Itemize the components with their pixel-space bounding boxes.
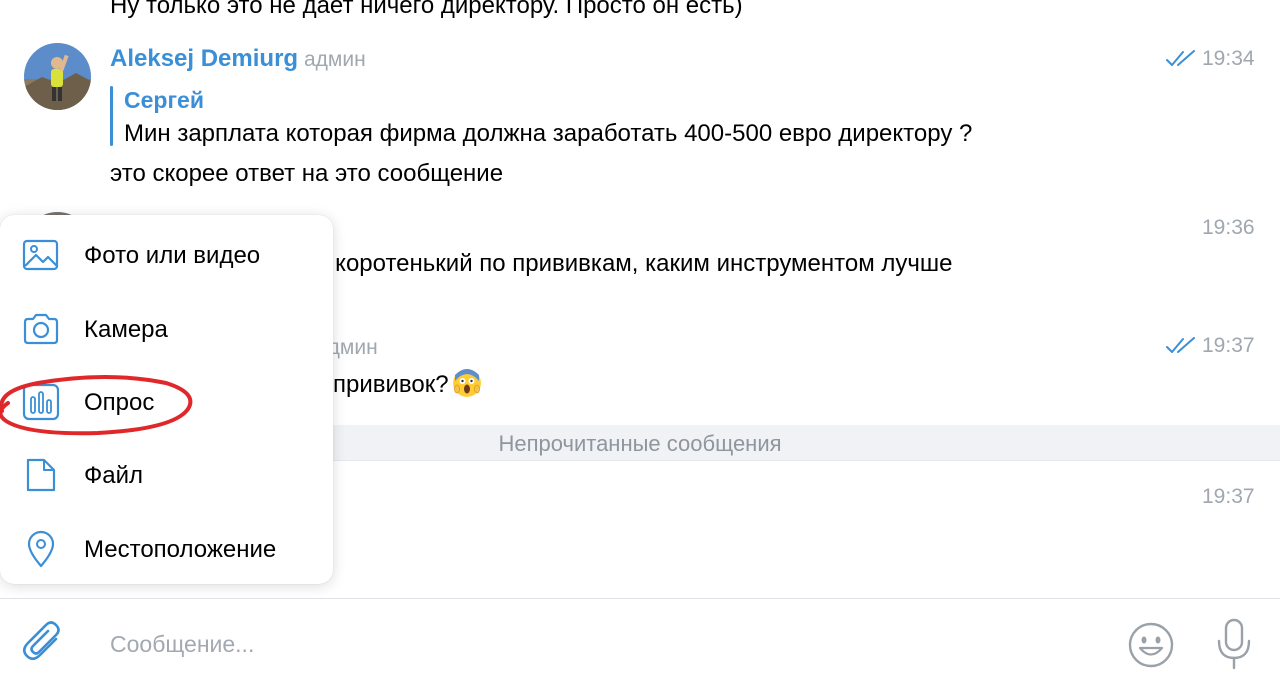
menu-item-file[interactable]: Файл: [0, 440, 333, 510]
scream-emoji-icon: [452, 369, 481, 397]
message-time: 19:37: [1202, 334, 1255, 357]
menu-item-location[interactable]: Местоположение: [0, 514, 333, 584]
microphone-icon[interactable]: [1212, 617, 1256, 671]
menu-item-camera[interactable]: Камера: [0, 294, 333, 364]
message-time: 19:34: [1202, 47, 1255, 70]
attach-icon[interactable]: [20, 619, 66, 665]
message-input-bar: [0, 598, 1280, 687]
emoji-icon[interactable]: [1127, 621, 1175, 669]
highlight-ellipse: [0, 375, 193, 436]
menu-item-label: Местоположение: [84, 536, 277, 563]
read-check-icon: [1166, 50, 1195, 66]
reply-bar: [110, 86, 113, 146]
camera-icon: [23, 313, 59, 345]
photo-icon: [22, 239, 59, 271]
sender-role: админ: [304, 48, 366, 71]
message-text: прививок?: [333, 369, 481, 400]
sender-name[interactable]: Aleksej Demiurg: [110, 45, 298, 73]
message-text: ь коротенький по прививкам, каким инстру…: [316, 250, 953, 277]
file-icon: [26, 458, 56, 492]
message-text-content: прививок?: [333, 371, 449, 398]
menu-item-label: Файл: [84, 462, 144, 489]
location-icon: [27, 530, 55, 568]
message-time: 19:36: [1202, 216, 1255, 239]
message-time: 19:37: [1202, 485, 1255, 508]
avatar[interactable]: [24, 43, 91, 110]
read-check-icon: [1166, 337, 1195, 353]
reply-sender[interactable]: Сергей: [124, 87, 204, 114]
message-input[interactable]: [110, 627, 1090, 661]
menu-item-label: Камера: [84, 316, 168, 343]
reply-text[interactable]: Мин зарплата которая фирма должна зарабо…: [124, 119, 972, 149]
message-text: это скорее ответ на это сообщение: [110, 160, 504, 187]
menu-item-photo-video[interactable]: Фото или видео: [0, 220, 333, 290]
message-text: Ну только это не дает ничего директору. …: [110, 0, 743, 19]
menu-item-label: Фото или видео: [84, 242, 261, 269]
